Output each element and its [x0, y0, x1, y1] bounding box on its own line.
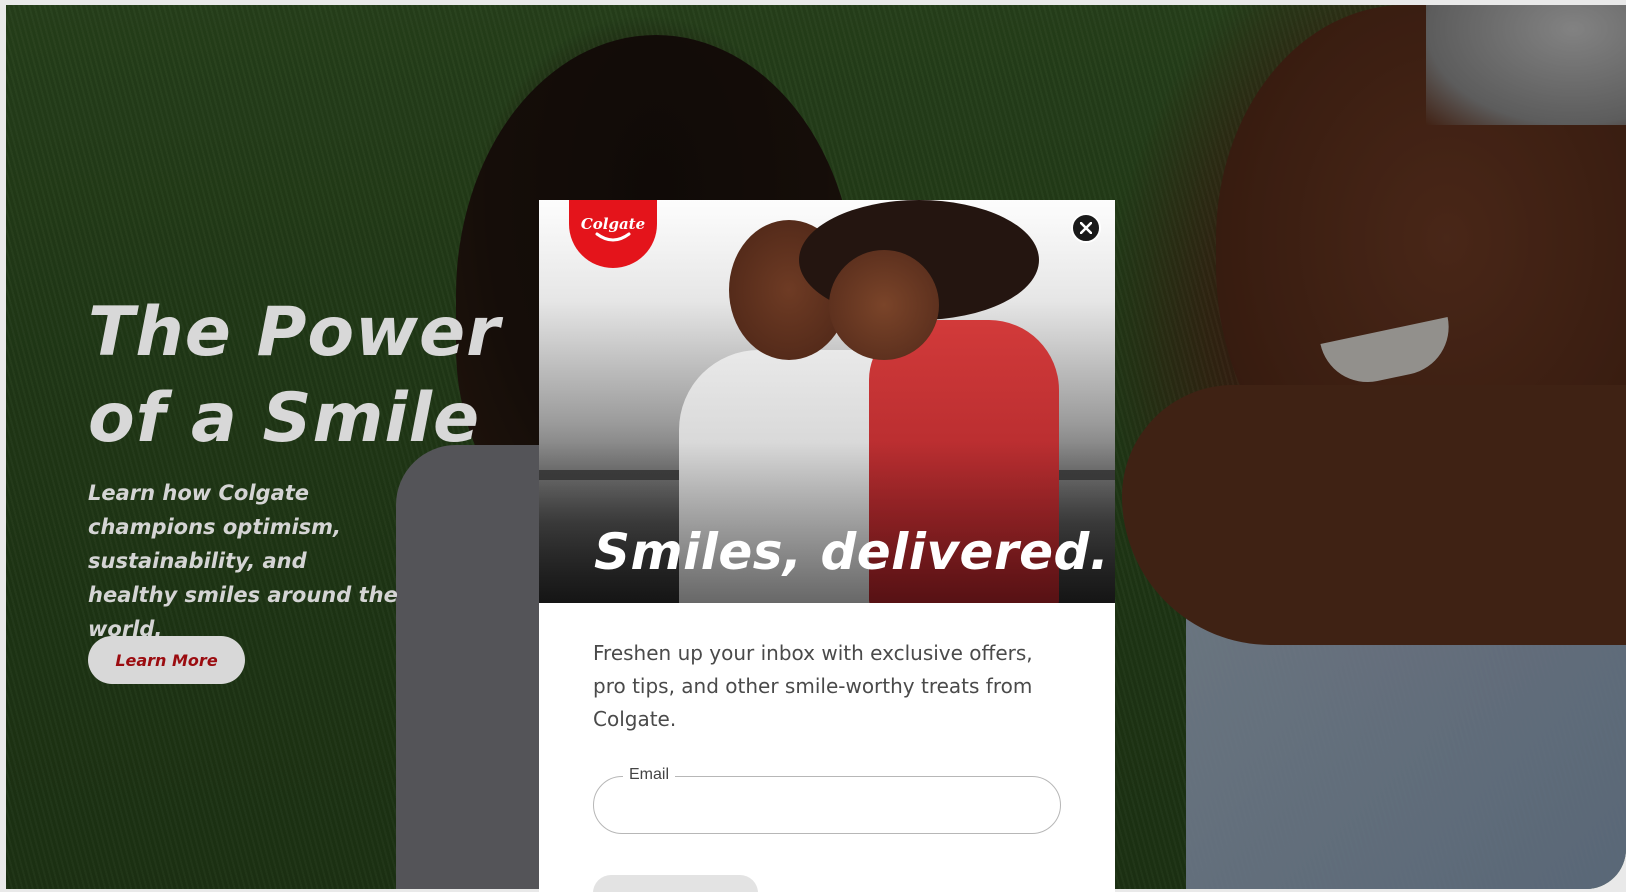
hero-title: The Power of a Smile [88, 290, 508, 462]
close-button[interactable] [1071, 213, 1101, 243]
modal-body: Freshen up your inbox with exclusive off… [539, 603, 1115, 834]
email-label: Email [623, 766, 676, 784]
email-input[interactable] [593, 776, 1061, 834]
hero-title-line2: of a Smile [88, 379, 481, 458]
hero-subtitle: Learn how Colgate champions optimism, su… [88, 481, 398, 641]
hero-title-line1: The Power [88, 293, 501, 372]
smile-icon [595, 232, 631, 242]
close-icon [1080, 222, 1092, 234]
modal-headline: Smiles, delivered. [594, 523, 1110, 581]
submit-button[interactable] [593, 875, 758, 892]
newsletter-modal: Colgate Smiles, delivered. Freshen up yo… [539, 200, 1115, 892]
email-field-wrapper: Email [593, 766, 1061, 834]
logo-text: Colgate [580, 215, 646, 233]
modal-copy: Freshen up your inbox with exclusive off… [593, 641, 1033, 731]
modal-hero-image: Colgate Smiles, delivered. [539, 200, 1115, 603]
hero-text-block: The Power of a Smile Learn how Colgate c… [88, 290, 508, 646]
learn-more-button[interactable]: Learn More [88, 636, 245, 684]
